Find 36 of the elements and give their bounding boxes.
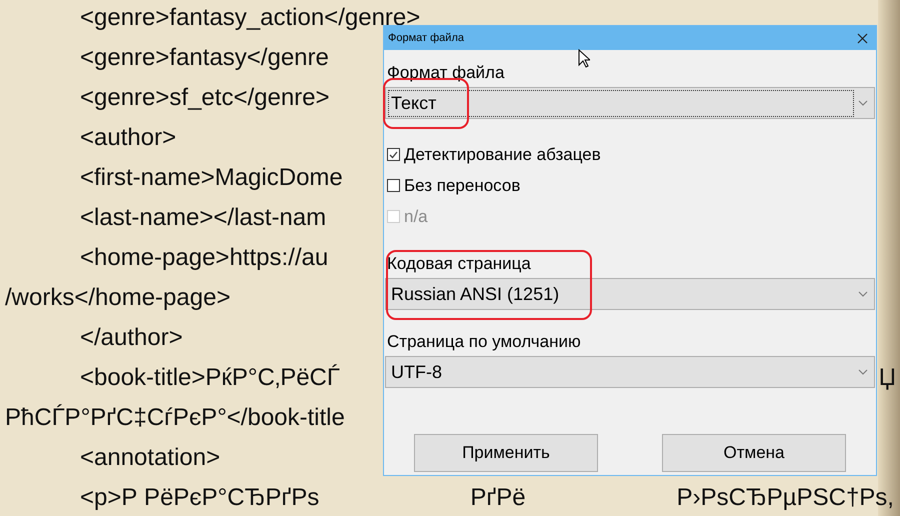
document-text: Џ — [878, 363, 896, 393]
document-text: <genre>sf_etc</genre> — [80, 83, 330, 113]
checkbox-label: Без переносов — [404, 174, 520, 197]
mouse-pointer-icon — [578, 49, 590, 68]
document-text: <p>Р РёРєР°СЂРґРѕ — [80, 483, 320, 513]
field-label: Формат файла — [386, 62, 506, 84]
document-text: <last-name></last-nam — [80, 203, 326, 233]
document-text: <home-page>https://au — [80, 243, 328, 273]
dropdown-select[interactable]: Russian ANSI (1251) — [385, 278, 875, 310]
dropdown-select[interactable]: UTF-8 — [385, 356, 875, 388]
check-icon — [389, 150, 398, 158]
checkbox-label: Детектирование абзацев — [404, 144, 601, 166]
document-text: /works</home-page> — [5, 283, 230, 313]
document-text: </author> — [80, 323, 183, 353]
checkbox-label: n/a — [404, 206, 428, 228]
document-text: <book-title>РќР°С‚РёСЃ — [80, 363, 340, 393]
chevron-down-icon — [858, 100, 868, 106]
dropdown-select[interactable]: Текст — [385, 87, 875, 119]
chevron-down-icon — [858, 291, 868, 297]
document-text: Р›РѕСЂРµРЅС†Рѕ, — [676, 483, 894, 513]
field-label: Кодовая страница — [386, 253, 532, 275]
document-text: <first-name>MagicDome — [80, 163, 343, 193]
chevron-down-icon — [858, 369, 868, 375]
field-label: Страница по умолчанию — [386, 331, 582, 353]
checkbox[interactable] — [387, 179, 400, 192]
document-text: <author> — [80, 123, 176, 153]
close-icon[interactable] — [857, 32, 868, 44]
document-text: <annotation> — [80, 443, 220, 473]
document-text: <genre>fantasy</genre — [80, 43, 329, 73]
dialog-button[interactable]: Применить — [414, 434, 598, 472]
document-text: РґРё — [470, 483, 526, 513]
checkbox[interactable] — [387, 148, 400, 161]
document-text: <genre>fantasy_action</genre> — [80, 3, 420, 33]
document-text: РћСЃР°РґС‡СѓРєР°</book-title — [5, 403, 345, 433]
window-title: Формат файла — [388, 30, 465, 46]
dialog-button[interactable]: Отмена — [662, 434, 846, 472]
